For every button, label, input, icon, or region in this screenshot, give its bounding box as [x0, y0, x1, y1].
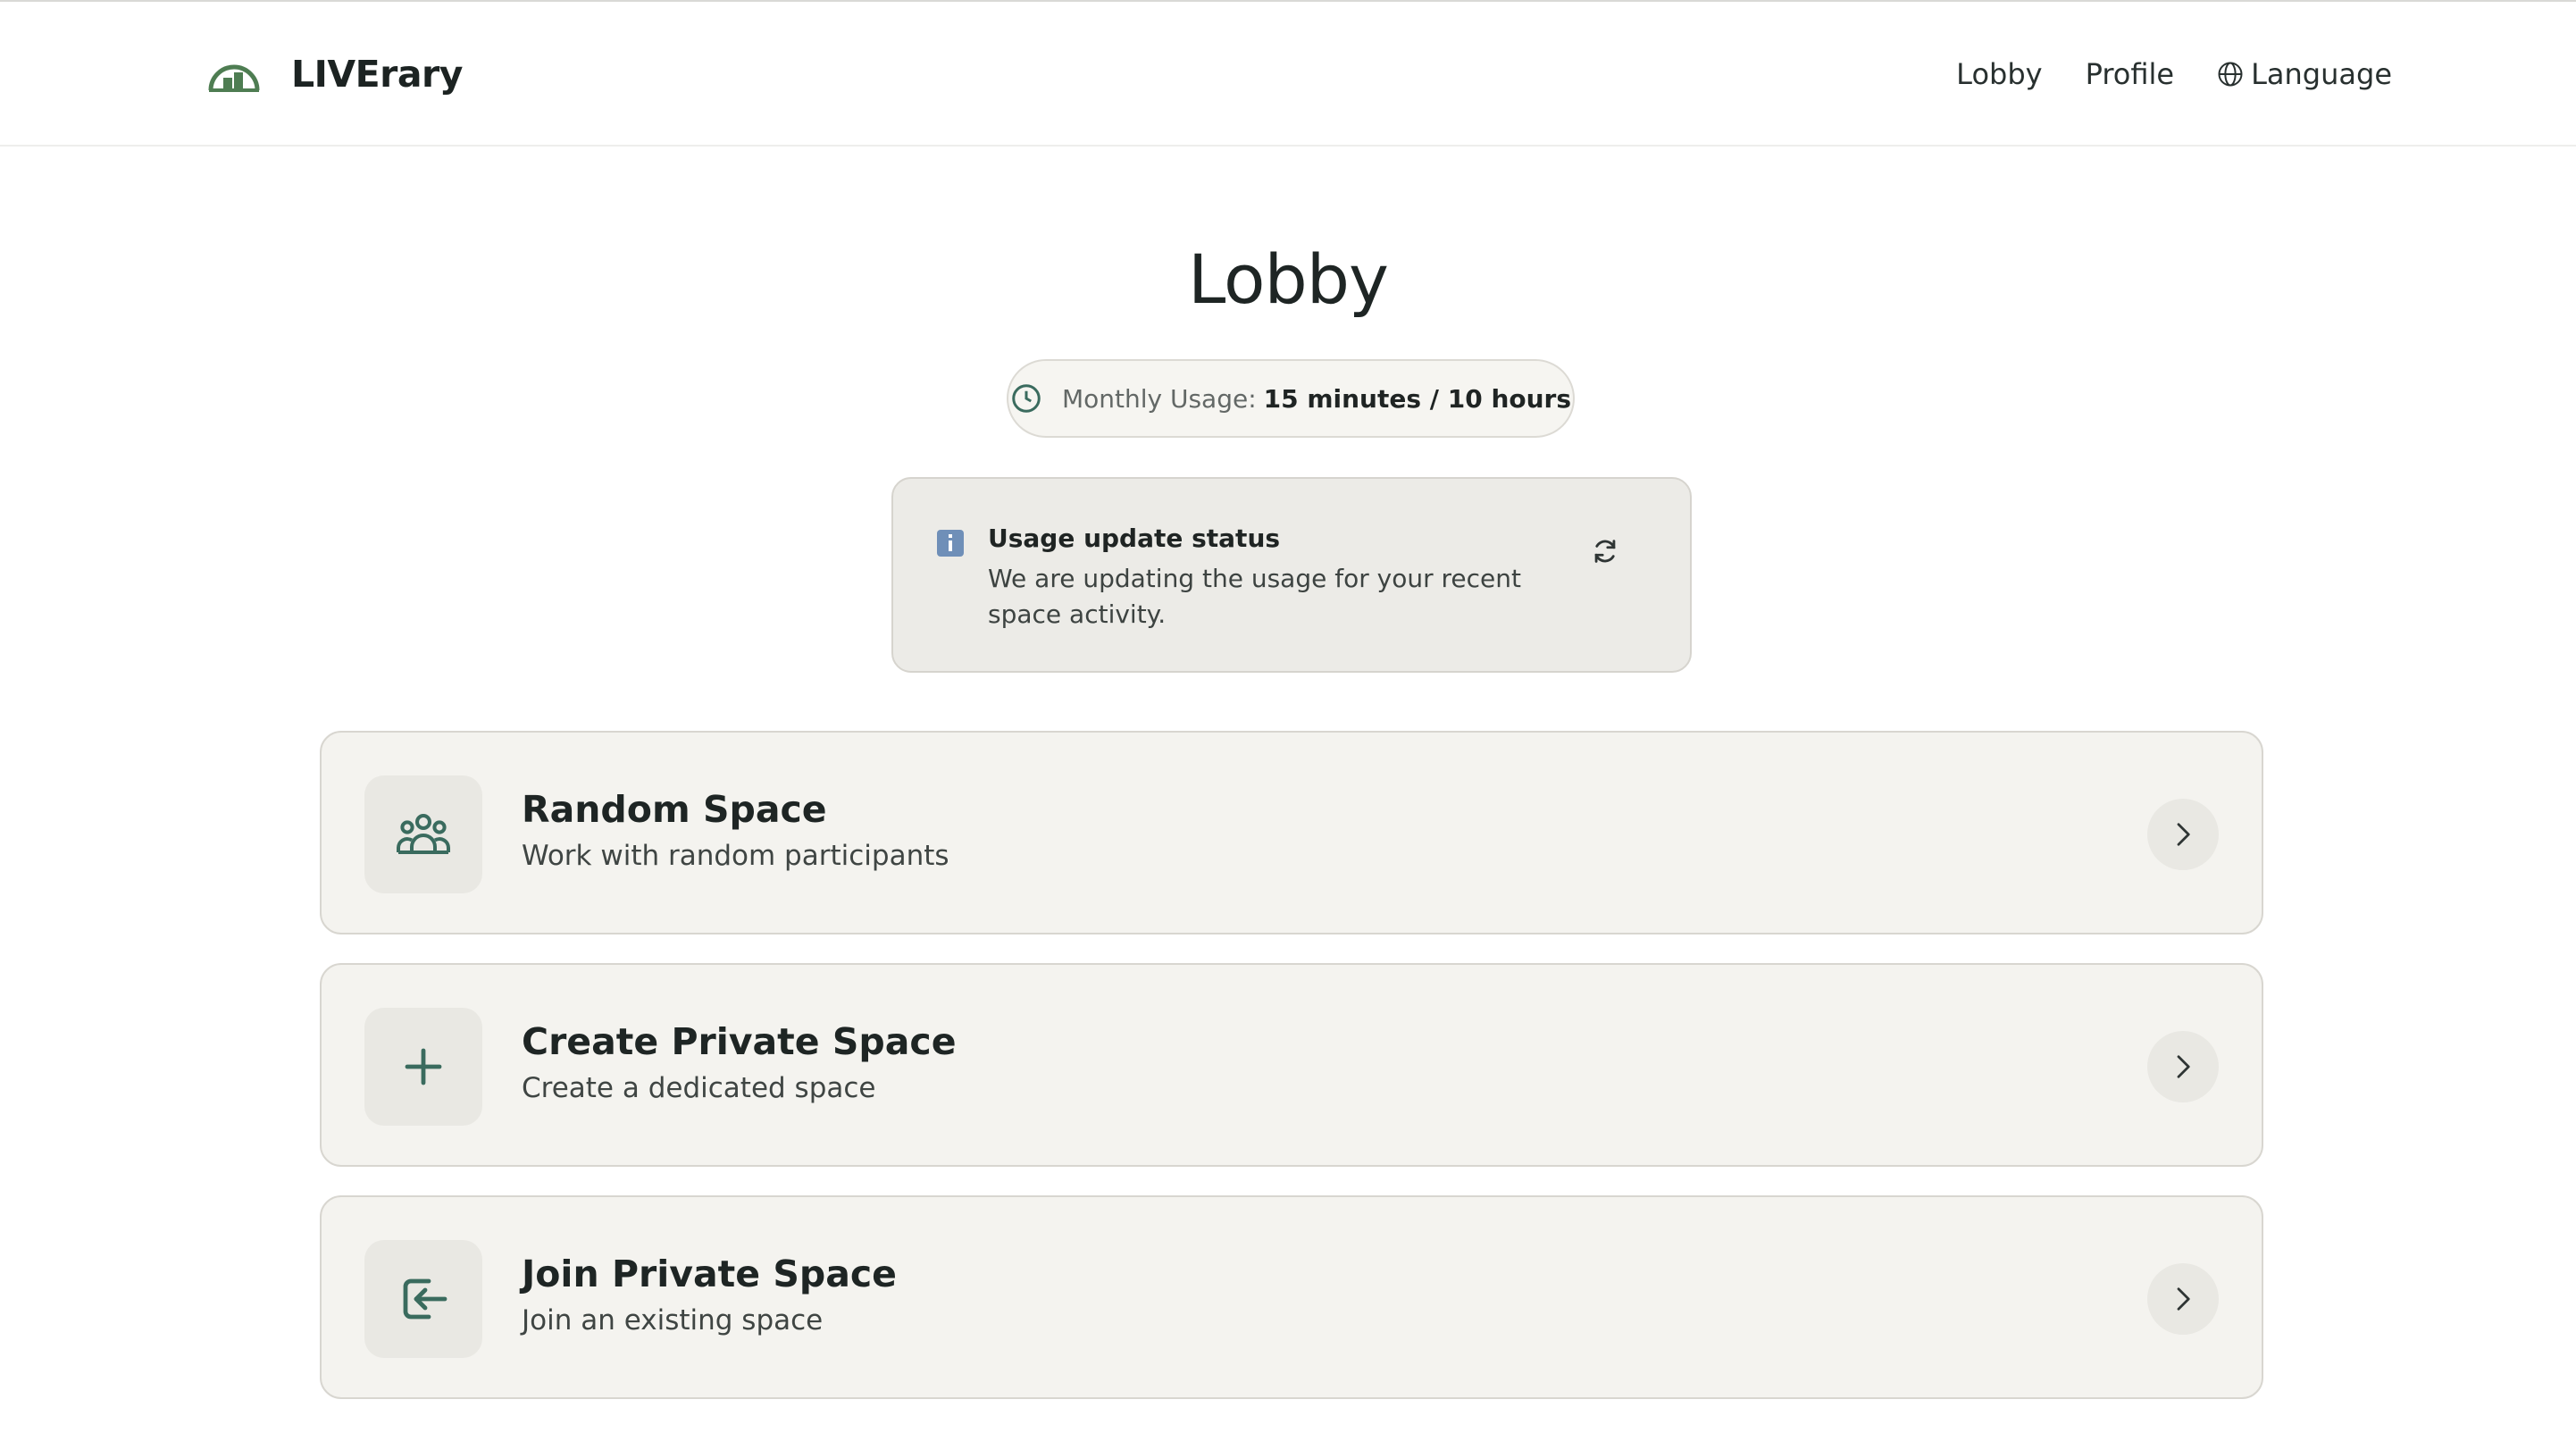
random-space-card[interactable]: Random Space Work with random participan…: [320, 731, 2263, 934]
usage-status-alert: Usage update status We are updating the …: [891, 477, 1692, 673]
top-navbar: LIVErary Lobby Profile Language: [0, 2, 2576, 147]
chevron-right-icon: [2177, 1287, 2190, 1311]
status-title: Usage update status: [988, 524, 1281, 553]
logo-icon: [208, 64, 260, 92]
people-group-icon: [397, 814, 450, 854]
clock-icon: [1012, 384, 1041, 413]
chevron-right-icon: [2177, 1055, 2190, 1078]
globe-icon: [2218, 62, 2243, 87]
usage-value: 15 minutes / 10 hours: [1263, 383, 1572, 414]
brand-name: LIVErary: [291, 53, 463, 96]
monthly-usage-badge: Monthly Usage: 15 minutes / 10 hours: [1007, 359, 1575, 438]
join-private-space-card[interactable]: Join Private Space Join an existing spac…: [320, 1195, 2263, 1399]
usage-label: Monthly Usage:: [1061, 383, 1257, 414]
option-description: Work with random participants: [522, 840, 949, 872]
status-message: We are updating the usage for your recen…: [988, 564, 1521, 629]
option-title: Join Private Space: [522, 1253, 897, 1295]
enter-icon: [403, 1278, 447, 1320]
brand[interactable]: LIVErary: [207, 52, 463, 96]
option-title: Random Space: [522, 788, 827, 831]
option-icon-box: [364, 775, 482, 893]
refresh-icon[interactable]: [1590, 536, 1620, 566]
open-join-private-space-button[interactable]: [2147, 1263, 2219, 1335]
page-title: Lobby: [1188, 239, 1389, 319]
option-description: Join an existing space: [522, 1304, 824, 1337]
create-private-space-card[interactable]: Create Private Space Create a dedicated …: [320, 963, 2263, 1167]
open-random-space-button[interactable]: [2147, 799, 2219, 870]
nav-language-label: Language: [2251, 57, 2392, 91]
option-icon-box: [364, 1008, 482, 1126]
nav-language-link[interactable]: Language: [2217, 57, 2392, 91]
nav-lobby-link[interactable]: Lobby: [1956, 57, 2042, 91]
open-create-private-space-button[interactable]: [2147, 1031, 2219, 1102]
option-title: Create Private Space: [522, 1020, 957, 1063]
chevron-right-icon: [2177, 823, 2190, 846]
main-nav: Lobby Profile Language: [1956, 52, 2392, 96]
option-icon-box: [364, 1240, 482, 1358]
option-description: Create a dedicated space: [522, 1072, 876, 1104]
nav-profile-link[interactable]: Profile: [2086, 57, 2175, 91]
plus-icon: [405, 1048, 442, 1085]
info-icon: [937, 530, 964, 557]
